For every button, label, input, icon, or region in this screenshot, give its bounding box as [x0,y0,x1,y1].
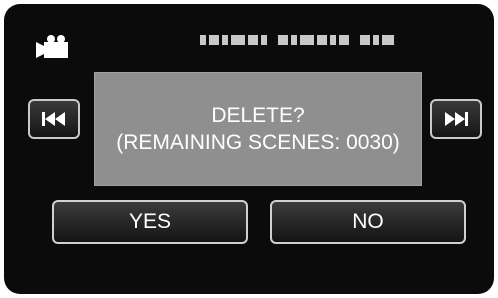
dialog-title: DELETE? [211,104,305,127]
date-time-readout [200,35,394,45]
lcd-screen: DELETE? (REMAINING SCENES: 0030) YES NO [4,4,494,294]
previous-button[interactable] [28,99,80,139]
no-button[interactable]: NO [270,200,466,244]
skip-previous-icon [42,112,65,126]
next-button[interactable] [430,99,482,139]
remaining-scenes-text: (REMAINING SCENES: 0030) [116,131,400,154]
skip-next-icon [445,112,468,126]
yes-button[interactable]: YES [52,200,248,244]
video-camera-icon [36,35,68,58]
delete-confirmation-dialog: DELETE? (REMAINING SCENES: 0030) [94,72,422,186]
